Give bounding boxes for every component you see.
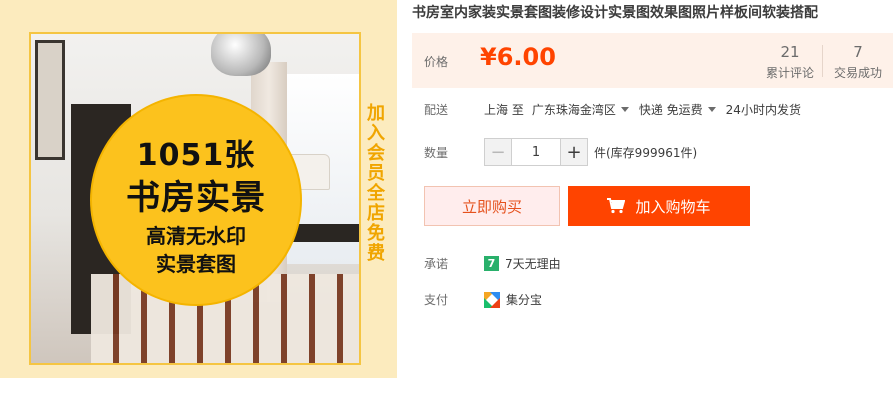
- chevron-down-icon: [707, 107, 716, 112]
- quantity-stepper: − +: [484, 138, 588, 166]
- quantity-row: 数量 − + 件(库存999961件): [424, 138, 697, 166]
- payment-row: 支付 集分宝: [424, 291, 542, 308]
- payment-label: 支付: [424, 293, 449, 307]
- badge-subtitle-1: 高清无水印: [146, 224, 246, 248]
- delivery-label: 配送: [424, 103, 449, 117]
- price-value: ¥6.00: [480, 43, 556, 71]
- points-payment-icon: [484, 291, 500, 308]
- delivery-from: 上海 至: [484, 103, 524, 117]
- promise-row: 承诺 7 7天无理由: [424, 255, 561, 272]
- stat-divider: [822, 45, 823, 77]
- delivery-destination: 广东珠海金湾区: [531, 103, 616, 117]
- deals-stat: 7 交易成功: [830, 43, 886, 81]
- reviews-stat[interactable]: 21 累计评论: [762, 43, 818, 81]
- badge-main-text: 书房实景: [126, 178, 266, 218]
- product-info-panel: 书房室内家装实景套图装修设计实景图效果图照片样板间软装搭配 价格 ¥6.00 2…: [412, 0, 895, 401]
- promo-badge: 1051张 书房实景 高清无水印 实景套图: [92, 96, 300, 304]
- reviews-label: 累计评论: [765, 66, 814, 80]
- payment-text: 集分宝: [506, 293, 543, 307]
- promise-label: 承诺: [424, 257, 449, 271]
- delivery-row: 配送 上海 至 广东珠海金湾区 快递 免运费 24小时内发货: [424, 101, 809, 118]
- deals-label: 交易成功: [833, 66, 882, 80]
- ship-time: 24小时内发货: [725, 103, 801, 117]
- product-image[interactable]: 1051张 书房实景 高清无水印 实景套图 加入会员 全店免费: [0, 0, 397, 378]
- badge-count: 1051张: [136, 138, 256, 173]
- shipping-method-select[interactable]: 快递 免运费: [639, 101, 716, 118]
- deals-count: 7: [853, 43, 863, 61]
- seven-day-return-icon: 7: [484, 256, 499, 271]
- decrease-quantity-button[interactable]: −: [485, 139, 511, 165]
- add-to-cart-button[interactable]: 加入购物车: [568, 186, 750, 226]
- reviews-count: 21: [780, 43, 800, 61]
- price-label: 价格: [424, 55, 449, 69]
- badge-subtitle-2: 实景套图: [156, 252, 236, 276]
- stock-info: 件(库存999961件): [594, 145, 698, 160]
- increase-quantity-button[interactable]: +: [561, 139, 587, 165]
- product-title: 书房室内家装实景套图装修设计实景图效果图照片样板间软装搭配: [412, 5, 818, 21]
- chevron-down-icon: [620, 107, 629, 112]
- ceiling-lamp: [211, 34, 271, 76]
- buy-now-button[interactable]: 立即购买: [424, 186, 560, 226]
- quantity-input[interactable]: [511, 139, 561, 165]
- add-to-cart-label: 加入购物车: [635, 197, 711, 216]
- shipping-method: 快递 免运费: [638, 103, 703, 117]
- member-promo-text: 加入会员 全店免费: [367, 103, 385, 264]
- delivery-destination-select[interactable]: 广东珠海金湾区: [532, 101, 629, 118]
- promise-text[interactable]: 7天无理由: [505, 255, 561, 272]
- wall-frame: [35, 40, 65, 160]
- price-box: 价格 ¥6.00 21 累计评论 7 交易成功: [412, 33, 893, 88]
- quantity-label: 数量: [424, 145, 449, 160]
- shopping-cart-icon: [607, 198, 626, 214]
